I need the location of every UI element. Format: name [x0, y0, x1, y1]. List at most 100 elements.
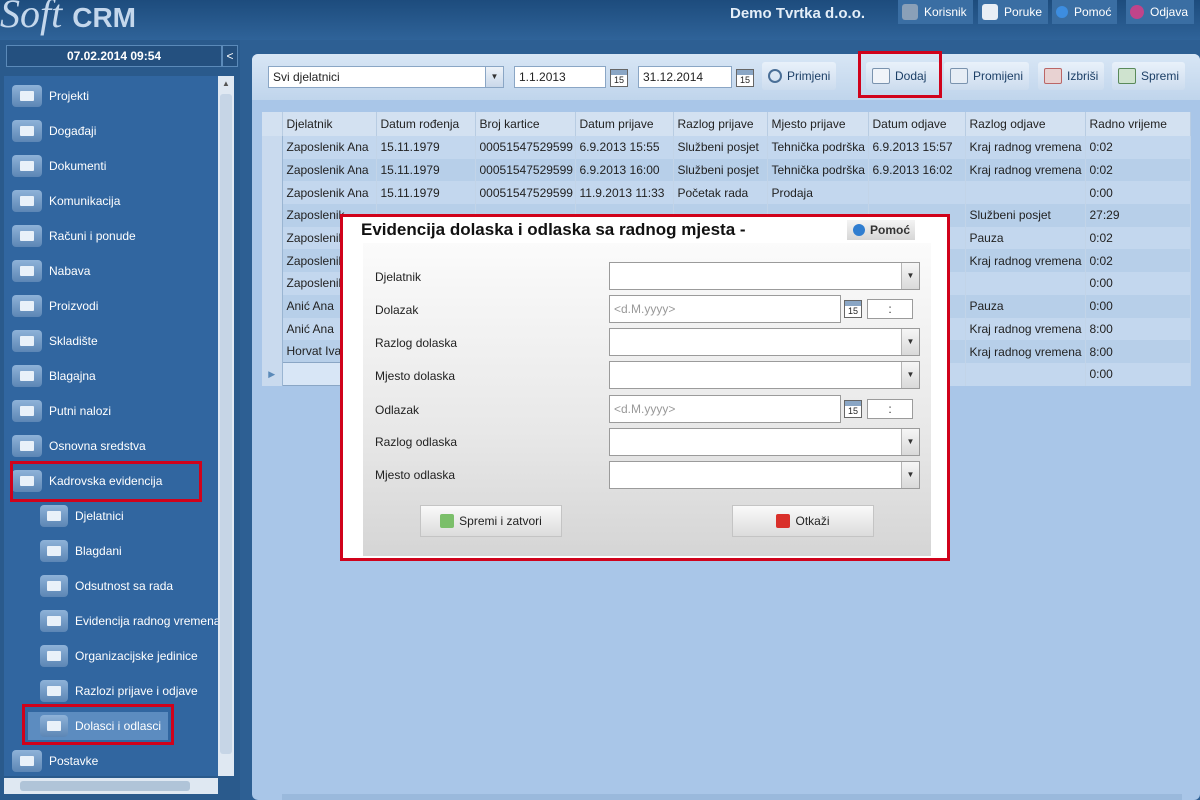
column-header[interactable]: Razlog prijave — [673, 112, 768, 136]
calendar-icon[interactable]: 15 — [610, 69, 628, 87]
dialog-help-button[interactable]: Pomoć — [847, 220, 915, 240]
table-cell[interactable]: Službeni posjet — [965, 204, 1086, 227]
arrival-time-input[interactable]: : — [867, 299, 913, 319]
user-button[interactable]: Korisnik — [898, 0, 973, 24]
column-header[interactable]: Datum odjave — [868, 112, 966, 136]
table-cell[interactable]: 00051547529599 — [475, 181, 576, 205]
table-cell[interactable]: Tehnička podrška — [767, 158, 869, 182]
nav-item-dogadaji[interactable]: Događaji — [12, 117, 96, 145]
departure-place-select[interactable]: ▼ — [609, 461, 920, 489]
table-cell[interactable]: 8:00 — [1085, 317, 1191, 341]
row-indicator[interactable] — [262, 294, 283, 318]
collapse-sidebar-button[interactable]: < — [222, 45, 238, 67]
save-and-close-button[interactable]: Spremi i zatvori — [420, 505, 562, 537]
scroll-up-icon[interactable]: ▲ — [218, 76, 234, 92]
departure-date-input[interactable]: <d.M.yyyy> — [609, 395, 841, 423]
table-row[interactable]: Zaposlenik Ana 15.11.1979 00051547529599 11… — [262, 181, 1191, 205]
table-cell[interactable]: Kraj radnog vremena — [965, 158, 1086, 182]
table-cell[interactable] — [965, 181, 1086, 205]
nav-subitem-evidencija-radnog-vremena[interactable]: Evidencija radnog vremena — [40, 607, 218, 635]
sidebar-horizontal-scrollbar[interactable] — [4, 778, 218, 794]
table-cell[interactable] — [965, 272, 1086, 295]
table-cell[interactable]: Tehnička podrška — [767, 136, 869, 159]
column-header[interactable]: Radno vrijeme — [1085, 112, 1191, 136]
table-cell[interactable]: Službeni posjet — [673, 136, 768, 159]
date-to-input[interactable]: 31.12.2014 — [638, 66, 732, 88]
column-header[interactable]: Broj kartice — [475, 112, 576, 136]
table-cell[interactable]: 6.9.2013 16:02 — [868, 158, 966, 182]
employee-select[interactable]: ▼ — [609, 262, 920, 290]
nav-item-blagajna[interactable]: Blagajna — [12, 362, 96, 390]
table-cell[interactable] — [868, 181, 966, 205]
arrival-date-input[interactable]: <d.M.yyyy> — [609, 295, 841, 323]
nav-item-racuni[interactable]: Računi i ponude — [12, 222, 136, 250]
scrollbar-thumb[interactable] — [220, 94, 232, 754]
table-cell[interactable]: Zaposlenik Ana — [282, 158, 377, 182]
column-header[interactable]: Djelatnik — [282, 112, 377, 136]
calendar-icon[interactable]: 15 — [844, 400, 862, 418]
date-from-input[interactable]: 1.1.2013 — [514, 66, 606, 88]
table-cell[interactable]: 8:00 — [1085, 340, 1191, 363]
table-cell[interactable]: Pauza — [965, 294, 1086, 318]
grid-horizontal-scrollbar[interactable] — [282, 794, 1182, 800]
table-cell[interactable]: 0:00 — [1085, 272, 1191, 295]
chevron-down-icon[interactable]: ▼ — [485, 67, 503, 87]
nav-item-dokumenti[interactable]: Dokumenti — [12, 152, 106, 180]
nav-item-komunikacija[interactable]: Komunikacija — [12, 187, 120, 215]
nav-item-proizvodi[interactable]: Proizvodi — [12, 292, 98, 320]
help-button[interactable]: Pomoć — [1052, 0, 1118, 24]
row-indicator[interactable] — [262, 226, 283, 250]
table-cell[interactable]: Službeni posjet — [673, 158, 768, 182]
nav-item-osnovna-sredstva[interactable]: Osnovna sredstva — [12, 432, 146, 460]
table-cell[interactable]: Kraj radnog vremena — [965, 340, 1086, 363]
table-cell[interactable]: 0:02 — [1085, 136, 1191, 159]
cancel-button[interactable]: Otkaži — [732, 505, 874, 537]
nav-item-projekti[interactable]: Projekti — [12, 82, 89, 110]
table-cell[interactable]: 00051547529599 — [475, 136, 576, 159]
table-cell[interactable]: 0:00 — [1085, 181, 1191, 205]
apply-button[interactable]: Primjeni — [762, 62, 837, 90]
messages-button[interactable]: Poruke — [978, 0, 1049, 24]
sidebar-vertical-scrollbar[interactable]: ▲ — [218, 76, 234, 776]
row-indicator[interactable] — [262, 204, 283, 227]
employee-filter-select[interactable]: Svi djelatnici ▼ — [268, 66, 504, 88]
table-cell[interactable]: Kraj radnog vremena — [965, 317, 1086, 341]
nav-item-putni-nalozi[interactable]: Putni nalozi — [12, 397, 111, 425]
table-cell[interactable]: Pauza — [965, 226, 1086, 250]
nav-item-skladiste[interactable]: Skladište — [12, 327, 98, 355]
delete-button[interactable]: Izbriši — [1038, 62, 1105, 90]
table-cell[interactable]: 11.9.2013 11:33 — [575, 181, 674, 205]
edit-button[interactable]: Promijeni — [944, 62, 1030, 90]
table-cell[interactable]: 0:02 — [1085, 226, 1191, 250]
table-cell[interactable]: 15.11.1979 — [376, 158, 476, 182]
scrollbar-thumb[interactable] — [20, 781, 190, 791]
calendar-icon[interactable]: 15 — [736, 69, 754, 87]
column-header[interactable]: Mjesto prijave — [767, 112, 869, 136]
table-cell[interactable]: 0:02 — [1085, 158, 1191, 182]
column-header[interactable]: Datum rođenja — [376, 112, 476, 136]
chevron-down-icon[interactable]: ▼ — [901, 362, 919, 388]
save-button[interactable]: Spremi — [1112, 62, 1186, 90]
table-cell[interactable]: 0:02 — [1085, 249, 1191, 273]
table-cell[interactable]: 0:00 — [1085, 294, 1191, 318]
row-indicator[interactable] — [262, 317, 283, 341]
row-indicator[interactable] — [262, 340, 283, 363]
row-indicator[interactable] — [262, 158, 283, 182]
table-cell[interactable]: Prodaja — [767, 181, 869, 205]
table-row[interactable]: Zaposlenik Ana 15.11.1979 00051547529599 6.… — [262, 136, 1191, 159]
column-header[interactable]: Razlog odjave — [965, 112, 1086, 136]
logout-button[interactable]: Odjava — [1126, 0, 1195, 24]
row-indicator[interactable] — [262, 181, 283, 205]
table-cell[interactable]: Početak rada — [673, 181, 768, 205]
row-indicator[interactable] — [262, 272, 283, 295]
row-indicator[interactable] — [262, 136, 283, 159]
table-cell[interactable]: Zaposlenik Ana — [282, 181, 377, 205]
nav-subitem-razlozi[interactable]: Razlozi prijave i odjave — [40, 677, 198, 705]
chevron-down-icon[interactable]: ▼ — [901, 263, 919, 289]
table-cell[interactable]: Kraj radnog vremena — [965, 136, 1086, 159]
nav-subitem-odsutnost[interactable]: Odsutnost sa rada — [40, 572, 173, 600]
table-cell[interactable]: 15.11.1979 — [376, 136, 476, 159]
calendar-icon[interactable]: 15 — [844, 300, 862, 318]
nav-item-postavke[interactable]: Postavke — [12, 747, 98, 775]
chevron-down-icon[interactable]: ▼ — [901, 429, 919, 455]
